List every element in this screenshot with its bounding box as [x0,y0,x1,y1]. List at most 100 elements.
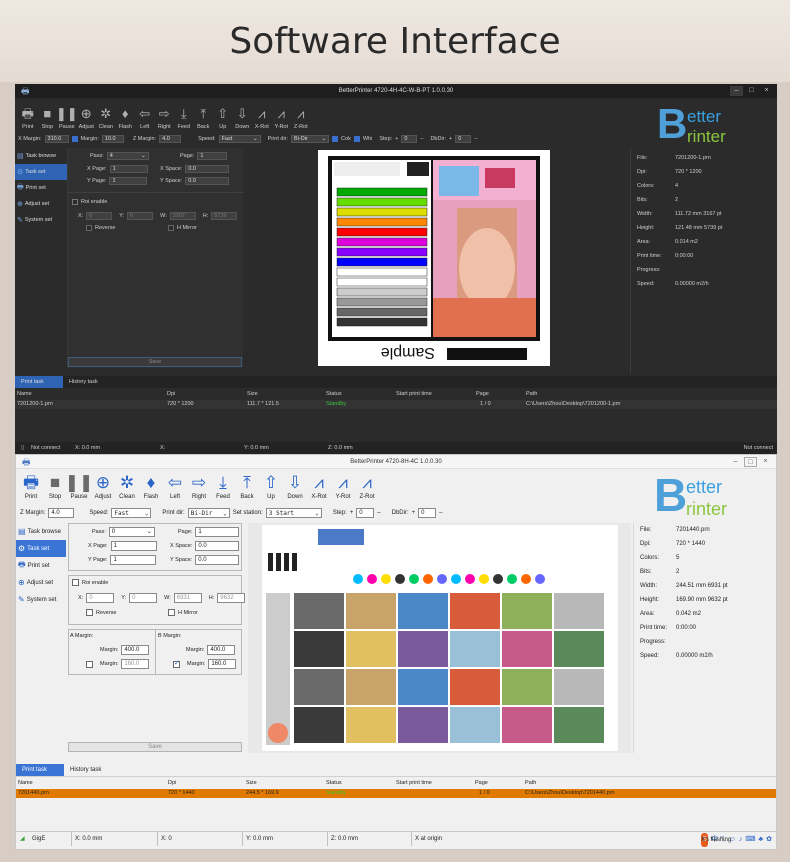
y-space-input[interactable]: 0.0 [195,555,240,565]
x-space-input[interactable]: 0.0 [185,165,230,173]
sidebar-item-system-set[interactable]: ✎ System set [15,212,67,228]
x-margin-input[interactable]: 310.0 [44,135,69,143]
sidebar-item-print-set[interactable]: 🖶 Print set [16,557,66,574]
cok-checkbox[interactable] [332,136,339,142]
y-page-input[interactable]: 1 [110,555,157,565]
step-increment-button[interactable]: + [350,510,354,516]
toolbar-clean-button[interactable]: ✲ Clean [115,472,139,506]
pass-select[interactable]: 4 ⌄ [106,152,149,160]
toolbar-x-rot-button[interactable]: ⩘ X-Rot [307,472,331,506]
roi-w-input[interactable]: 3167 [169,212,196,220]
roi-w-input[interactable]: 6931 [173,593,202,603]
step-input[interactable]: 0 [356,508,375,518]
toolbar-down-button[interactable]: ⇩ Down [283,472,307,506]
dbdir-input[interactable]: 0 [455,135,472,143]
keyboard-icon[interactable]: ⌨ [745,833,755,847]
settings-icon[interactable]: ✿ [766,833,772,847]
sidebar-item-adjust-set[interactable]: ⊕ Adjust set [15,196,67,212]
x-space-input[interactable]: 0.0 [195,541,240,551]
y-space-input[interactable]: 0.0 [185,177,230,185]
toolbar-flash-button[interactable]: ♦ Flash [116,104,136,138]
table-row[interactable]: 7201200-1.prn 720 * 1200 111.7 * 121.5 S… [15,400,777,409]
dbdir-increment-button[interactable]: + [449,136,452,142]
z-margin-input[interactable]: 4.0 [159,135,182,143]
set-station-select[interactable]: 3 Start ⌄ [265,508,322,518]
a-margin2-input[interactable]: 160.0 [121,659,150,669]
toolbar-left-button[interactable]: ⇦ Left [163,472,187,506]
y-page-input[interactable]: 1 [109,177,148,185]
toolbar-left-button[interactable]: ⇦ Left [135,104,155,138]
toolbar-pause-button[interactable]: ❚❚ Pause [56,104,78,138]
toolbar-pause-button[interactable]: ❚❚ Pause [65,472,94,506]
table-row[interactable]: 7201440.prn 720 * 1440 244.5 * 169.9 Sta… [16,789,776,798]
x-page-input[interactable]: 1 [110,541,157,551]
step-decrement-button[interactable]: – [377,510,380,516]
toolbar-clean-button[interactable]: ✲ Clean [96,104,116,138]
sidebar-item-task-set[interactable]: ⚙ Task set [16,540,66,557]
sidebar-item-task-browse[interactable]: ▤ Task browse [16,523,66,540]
roi-y-input[interactable]: 0 [129,593,158,603]
margin-input[interactable]: 10.0 [101,135,124,143]
toolbar-y-rot-button[interactable]: ⩘ Y-Rot [272,104,292,138]
toolbar-feed-button[interactable]: ⤓ Feed [211,472,235,506]
h-mirror-checkbox[interactable] [168,609,175,616]
dbdir-increment-button[interactable]: + [412,510,416,516]
toolbar-back-button[interactable]: ⤒ Back [194,104,214,138]
sidebar-item-task-browse[interactable]: ▤ Task browse [15,148,67,164]
sidebar-item-print-set[interactable]: 🖶 Print set [15,180,67,196]
pass-select[interactable]: 0 ⌄ [108,527,155,537]
tab-history-task[interactable]: History task [63,376,104,388]
toolbar-print-button[interactable]: 🖶 Print [19,472,43,506]
whi-checkbox[interactable] [353,136,360,142]
toolbar-flash-button[interactable]: ♦ Flash [139,472,163,506]
toolbar-x-rot-button[interactable]: ⩘ X-Rot [252,104,272,138]
toolbar-stop-button[interactable]: ■ Stop [38,104,58,138]
b-margin-checkbox[interactable] [173,659,180,668]
step-decrement-button[interactable]: – [420,136,423,142]
a-margin-checkbox[interactable] [86,660,93,668]
sidebar-item-task-set[interactable]: ⚙ Task set [15,164,67,180]
dbdir-decrement-button[interactable]: – [439,510,442,516]
h-mirror-checkbox[interactable] [168,225,174,231]
toolbar-up-button[interactable]: ⇧ Up [213,104,233,138]
roi-h-input[interactable]: 9632 [217,593,246,603]
page-input[interactable]: 1 [195,527,240,537]
print-dir-select[interactable]: Bi-Dir ⌄ [187,508,230,518]
speed-select[interactable]: Fast ⌄ [218,135,261,143]
roi-x-input[interactable]: 0 [86,593,115,603]
roi-y-input[interactable]: 0 [127,212,154,220]
reverse-checkbox[interactable] [86,609,93,616]
tab-print-task[interactable]: Print task [16,764,64,776]
close-button[interactable]: × [759,457,772,467]
toolbar-back-button[interactable]: ⤒ Back [235,472,259,506]
toolbar-y-rot-button[interactable]: ⩘ Y-Rot [331,472,355,506]
speed-select[interactable]: Fast ⌄ [111,508,152,518]
sidebar-item-adjust-set[interactable]: ⊕ Adjust set [16,574,66,591]
a-margin-input[interactable]: 400.0 [121,645,150,655]
toolbar-print-button[interactable]: 🖶 Print [18,104,38,138]
margin-checkbox[interactable] [71,136,78,142]
toolbar-right-button[interactable]: ⇨ Right [187,472,211,506]
toolbar-down-button[interactable]: ⇩ Down [233,104,253,138]
step-input[interactable]: 0 [401,135,418,143]
step-increment-button[interactable]: + [395,136,398,142]
minimize-button[interactable]: – [730,86,743,96]
z-margin-input[interactable]: 4.0 [48,508,75,518]
skin-icon[interactable]: ♣ [759,833,764,847]
x-page-input[interactable]: 1 [109,165,148,173]
close-button[interactable]: × [760,86,773,96]
toolbar-right-button[interactable]: ⇨ Right [155,104,175,138]
print-dir-select[interactable]: Bi-Dir ⌄ [291,135,330,143]
roi-enable-checkbox[interactable] [72,199,78,205]
toolbar-z-rot-button[interactable]: ⩘ Z-Rot [355,472,379,506]
sidebar-item-system-set[interactable]: ✎ System set [16,591,66,608]
b-margin2-input[interactable]: 160.0 [208,659,237,669]
tab-history-task[interactable]: History task [64,764,107,776]
tab-print-task[interactable]: Print task [15,376,63,388]
dbdir-decrement-button[interactable]: – [474,136,477,142]
maximize-button[interactable]: □ [744,457,757,467]
roi-x-input[interactable]: 0 [86,212,113,220]
maximize-button[interactable]: □ [745,86,758,96]
dbdir-input[interactable]: 0 [418,508,437,518]
toolbar-up-button[interactable]: ⇧ Up [259,472,283,506]
